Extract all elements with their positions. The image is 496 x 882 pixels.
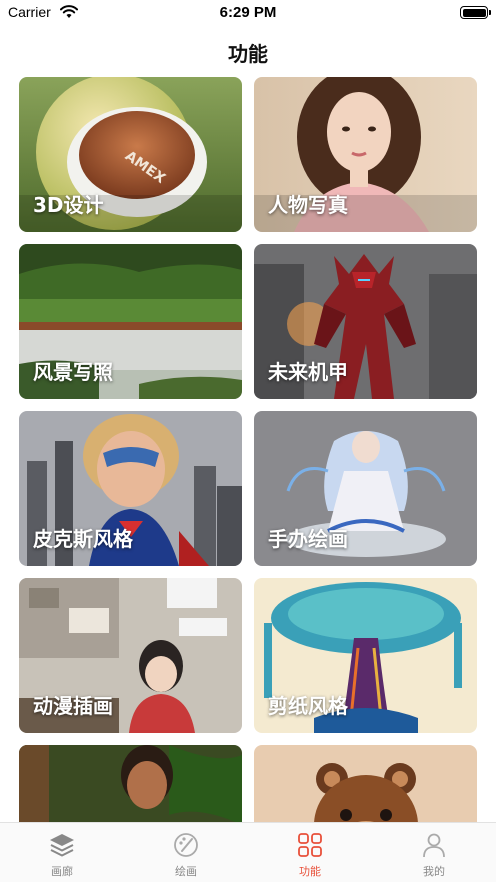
bear-image: [254, 745, 477, 822]
card-label: 皮克斯风格: [33, 527, 133, 551]
card-label: 3D设计: [33, 193, 104, 217]
card-label: 动漫插画: [33, 694, 113, 718]
card-label: 未来机甲: [268, 360, 348, 384]
status-bar: Carrier 6:29 PM: [0, 0, 496, 26]
card-bear[interactable]: [254, 745, 477, 822]
card-label: 风景写照: [33, 360, 113, 384]
card-3d-design[interactable]: AMEX 3D设计: [19, 77, 242, 232]
clock: 6:29 PM: [219, 4, 277, 21]
card-pixar[interactable]: 皮克斯风格: [19, 411, 242, 566]
tab-bar: 画廊 绘画 功能 我的: [0, 822, 496, 882]
card-label: 剪纸风格: [268, 694, 348, 718]
tab-mine[interactable]: 我的: [372, 823, 496, 882]
tab-label: 绘画: [175, 865, 197, 878]
page-title: 功能: [228, 42, 268, 66]
jungle-image: [19, 745, 242, 822]
battery-icon: [460, 6, 491, 19]
card-label: 手办绘画: [268, 527, 348, 551]
layers-icon: [50, 834, 74, 857]
card-landscape[interactable]: 风景写照: [19, 244, 242, 399]
person-icon: [423, 833, 445, 858]
feature-grid: AMEX 3D设计 人物写真 风景写照 未来机甲 皮克斯风格 手办绘画 动漫插画…: [19, 77, 477, 822]
palette-icon: [174, 833, 198, 857]
tab-label: 功能: [299, 865, 321, 878]
tab-draw[interactable]: 绘画: [124, 823, 248, 882]
tab-label: 画廊: [51, 865, 73, 878]
card-jungle[interactable]: [19, 745, 242, 822]
tab-features[interactable]: 功能: [248, 823, 372, 882]
card-label: 人物写真: [268, 193, 348, 217]
card-mecha[interactable]: 未来机甲: [254, 244, 477, 399]
card-portrait[interactable]: 人物写真: [254, 77, 477, 232]
tab-label: 我的: [423, 865, 445, 878]
grid-icon: [298, 833, 322, 857]
tab-gallery[interactable]: 画廊: [0, 823, 124, 882]
card-papercut[interactable]: 剪纸风格: [254, 578, 477, 733]
card-anime[interactable]: 动漫插画: [19, 578, 242, 733]
card-figure[interactable]: 手办绘画: [254, 411, 477, 566]
